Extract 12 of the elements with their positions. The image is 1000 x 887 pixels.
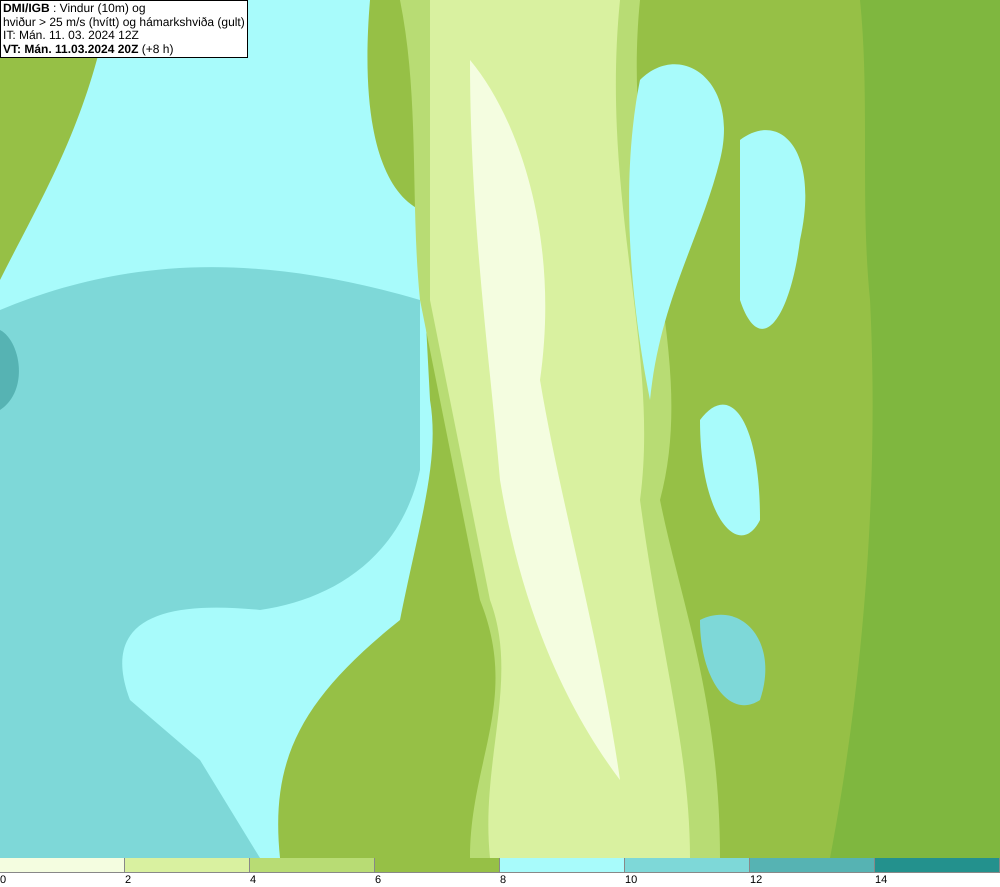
title-line: IT: Mán. 11. 03. 2024 12Z: [3, 29, 140, 42]
legend-label: 8: [500, 873, 506, 887]
title-line: VT: Mán. 11.03.2024 20Z (+8 h): [3, 42, 174, 56]
title-line: hviður > 25 m/s (hvítt) og hámarkshviða (gult): [3, 16, 245, 29]
legend-label: 2: [125, 873, 132, 887]
legend-label: 6: [375, 873, 382, 887]
legend-label: 14: [875, 873, 888, 887]
legend-label: 12: [750, 873, 762, 887]
legend-label: 0: [0, 873, 6, 887]
title-line: DMI/IGB : Vindur (10m) og: [3, 2, 146, 16]
legend-label: 4: [250, 873, 256, 887]
legend-label: 10: [625, 873, 638, 887]
